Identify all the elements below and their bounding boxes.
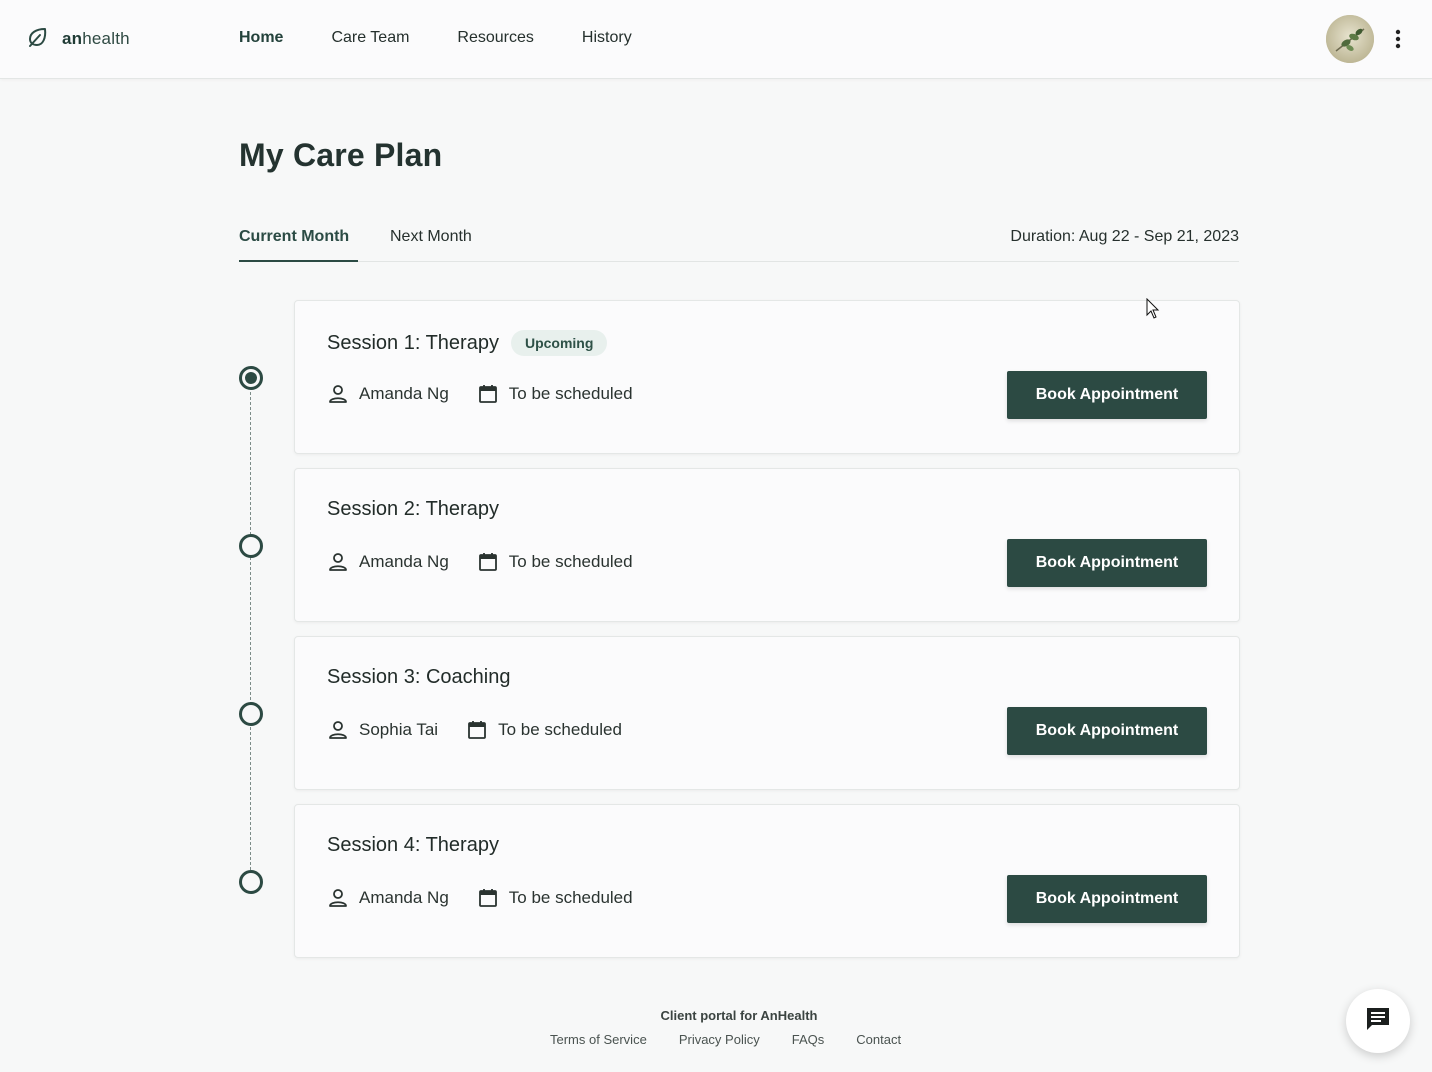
month-tabs: Current Month Next Month Duration: Aug 2… [239,214,1239,262]
person-icon [327,551,349,573]
session-meta: Amanda Ng To be scheduled [327,383,633,405]
tab-current-month[interactable]: Current Month [239,228,358,262]
timeline-node [239,702,263,726]
nav-history[interactable]: History [582,29,632,47]
calendar-icon [466,719,488,741]
session-title: Session 2: Therapy [327,498,499,521]
nav-care-team[interactable]: Care Team [331,29,409,47]
footer-link-contact[interactable]: Contact [856,1032,901,1047]
book-appointment-button[interactable]: Book Appointment [1007,539,1207,587]
mouse-cursor-icon [1146,297,1160,320]
person-icon [327,719,349,741]
session-card: Session 3: Coaching Sophia Tai To be sch… [294,636,1240,790]
tab-next-month[interactable]: Next Month [390,228,472,262]
session-card: Session 2: Therapy Amanda Ng To be sched… [294,468,1240,622]
timeline-connector [250,392,251,870]
session-title-text: Session 1: Therapy [327,331,499,354]
session-meta: Amanda Ng To be scheduled [327,551,633,573]
footer-link-privacy[interactable]: Privacy Policy [679,1032,760,1047]
plan-duration: Duration: Aug 22 - Sep 21, 2023 [1010,228,1239,245]
chat-icon [1364,1005,1392,1038]
session-title: Session 1: Therapy Upcoming [327,330,608,356]
session-meta: Sophia Tai To be scheduled [327,719,622,741]
timeline-node-current [239,366,263,390]
provider-name: Amanda Ng [359,888,449,907]
session-card: Session 1: Therapy Upcoming Amanda Ng To… [294,300,1240,454]
footer-link-terms[interactable]: Terms of Service [550,1032,647,1047]
schedule-status: To be scheduled [508,552,633,571]
footer-title: Client portal for AnHealth [660,1008,818,1023]
footer-links: Terms of Service Privacy Policy FAQs Con… [550,1032,933,1047]
footer-link-faqs[interactable]: FAQs [792,1032,825,1047]
person-icon [327,383,349,405]
leaf-logo-icon [26,25,50,54]
session-meta: Amanda Ng To be scheduled [327,887,633,909]
schedule-status: To be scheduled [508,888,633,907]
brand-logo[interactable]: anhealth [26,27,130,51]
book-appointment-button[interactable]: Book Appointment [1007,875,1207,923]
chat-button[interactable] [1346,989,1410,1053]
brand-name: anhealth [62,29,130,48]
person-icon [327,887,349,909]
book-appointment-button[interactable]: Book Appointment [1007,707,1207,755]
session-title: Session 3: Coaching [327,666,510,689]
schedule-status: To be scheduled [508,384,633,403]
calendar-icon [477,383,499,405]
provider-name: Sophia Tai [359,720,439,739]
provider-name: Amanda Ng [359,552,449,571]
session-title-text: Session 2: Therapy [327,498,499,520]
status-badge: Upcoming [510,330,608,356]
user-avatar[interactable] [1326,15,1374,63]
kebab-menu-icon[interactable] [1388,27,1408,51]
calendar-icon [477,551,499,573]
nav-home[interactable]: Home [239,29,283,47]
session-title-text: Session 4: Therapy [327,834,499,856]
top-navigation-bar: anhealth Home Care Team Resources Histor… [0,0,1432,79]
provider-name: Amanda Ng [359,384,449,403]
nav-resources[interactable]: Resources [457,29,533,47]
session-title-text: Session 3: Coaching [327,666,511,688]
schedule-status: To be scheduled [498,720,622,739]
session-title: Session 4: Therapy [327,834,499,857]
timeline-node [239,870,263,894]
timeline-node [239,534,263,558]
calendar-icon [477,887,499,909]
session-card: Session 4: Therapy Amanda Ng To be sched… [294,804,1240,958]
main-nav: Home Care Team Resources History [239,29,680,47]
book-appointment-button[interactable]: Book Appointment [1007,371,1207,419]
page-title: My Care Plan [239,137,443,173]
